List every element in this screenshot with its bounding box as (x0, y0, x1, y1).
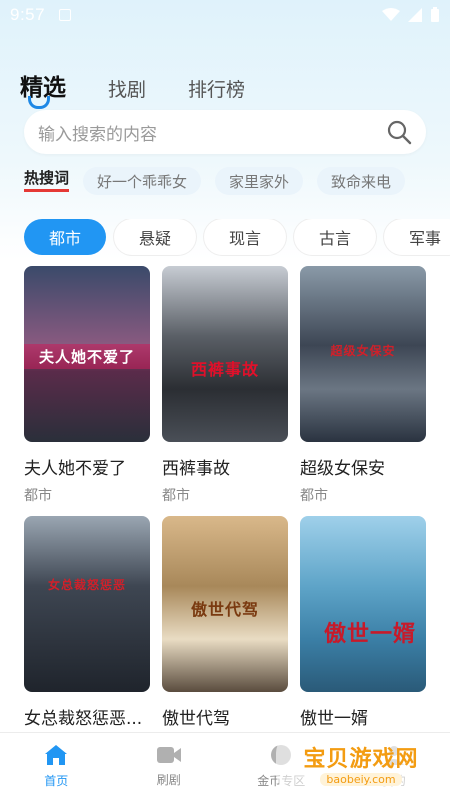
drama-genre: 都市 (300, 488, 328, 504)
wifi-icon (382, 8, 400, 21)
poster-title: 西裤事故 (190, 360, 259, 379)
watermark-url: baobeiy.com (320, 772, 402, 786)
nav-home[interactable]: 首页 (0, 733, 113, 800)
drama-poster[interactable]: 西裤事故 (162, 266, 288, 442)
category-military[interactable]: 军事 (384, 219, 450, 255)
hot-search-chip[interactable]: 好一个乖乖女 (83, 167, 202, 195)
status-time: 9:57 (10, 5, 46, 24)
tab-ranking[interactable]: 排行榜 (188, 81, 245, 100)
hot-search-title: 热搜词 (24, 170, 70, 192)
drama-title[interactable]: 傲世一婿 (300, 704, 426, 729)
category-ancient-romance[interactable]: 古言 (294, 219, 376, 255)
drama-card[interactable]: 西裤事故 西裤事故 都市 (162, 266, 288, 516)
drama-card[interactable]: 超级女保安 超级女保安 都市 (300, 266, 426, 516)
nav-home-label: 首页 (44, 774, 69, 788)
nav-watch-label: 刷剧 (156, 773, 181, 787)
tab-featured[interactable]: 精选 (20, 77, 66, 109)
drama-genre: 都市 (24, 488, 52, 504)
hot-search-chip[interactable]: 家里家外 (215, 167, 304, 195)
video-icon (156, 747, 181, 763)
drama-genre: 都市 (162, 488, 190, 504)
poster-title: 傲世代驾 (190, 600, 259, 619)
top-tabs: 精选 找剧 排行榜 (20, 60, 245, 109)
drama-title[interactable]: 傲世代驾 (162, 704, 288, 729)
hot-search-row: 热搜词 好一个乖乖女 家里家外 致命来电 (24, 166, 450, 196)
nav-watch[interactable]: 刷剧 (113, 733, 226, 800)
poster-title: 傲世一婿 (323, 622, 416, 647)
search-bar[interactable]: 输入搜索的内容 (24, 110, 426, 154)
category-urban[interactable]: 都市 (24, 219, 106, 255)
drama-title[interactable]: 夫人她不爱了 (24, 454, 150, 479)
watermark: 宝贝游戏网 baobeiy.com (276, 733, 446, 793)
drama-card[interactable]: 傲世代驾 傲世代驾 (162, 516, 288, 766)
drama-card[interactable]: 夫人她不爱了 夫人她不爱了 都市 (24, 266, 150, 516)
poster-title: 女总裁怒惩恶 (47, 578, 126, 592)
drama-poster[interactable]: 超级女保安 (300, 266, 426, 442)
search-icon[interactable] (386, 119, 412, 145)
drama-poster[interactable]: 傲世一婿 (300, 516, 426, 692)
drama-poster[interactable]: 傲世代驾 (162, 516, 288, 692)
status-bar: 9:57 (0, 0, 450, 30)
drama-title[interactable]: 西裤事故 (162, 454, 288, 479)
home-icon (45, 745, 68, 765)
battery-icon (431, 7, 439, 22)
status-icons (382, 7, 440, 23)
drama-poster[interactable]: 女总裁怒惩恶 (24, 516, 150, 692)
drama-poster[interactable]: 夫人她不爱了 (24, 266, 150, 442)
drama-card[interactable]: 女总裁怒惩恶 女总裁怒惩恶... (24, 516, 150, 766)
category-modern-romance[interactable]: 现言 (204, 219, 286, 255)
category-suspense[interactable]: 悬疑 (114, 219, 196, 255)
notification-icon (59, 9, 72, 21)
category-filter: 都市 悬疑 现言 古言 军事 (24, 219, 450, 257)
tab-find-drama[interactable]: 找剧 (108, 81, 146, 100)
drama-title[interactable]: 女总裁怒惩恶... (24, 704, 150, 729)
drama-title[interactable]: 超级女保安 (300, 454, 426, 479)
signal-icon (408, 8, 422, 22)
search-input[interactable]: 输入搜索的内容 (38, 120, 386, 145)
watermark-text: 宝贝游戏网 (303, 746, 419, 772)
drama-card[interactable]: 傲世一婿 傲世一婿 (300, 516, 426, 766)
poster-title: 超级女保安 (330, 344, 396, 358)
hot-search-chip[interactable]: 致命来电 (317, 167, 406, 195)
poster-title: 夫人她不爱了 (24, 344, 150, 369)
drama-grid: 夫人她不爱了 夫人她不爱了 都市 西裤事故 西裤事故 都市 超级女保安 超级女保… (24, 266, 426, 766)
